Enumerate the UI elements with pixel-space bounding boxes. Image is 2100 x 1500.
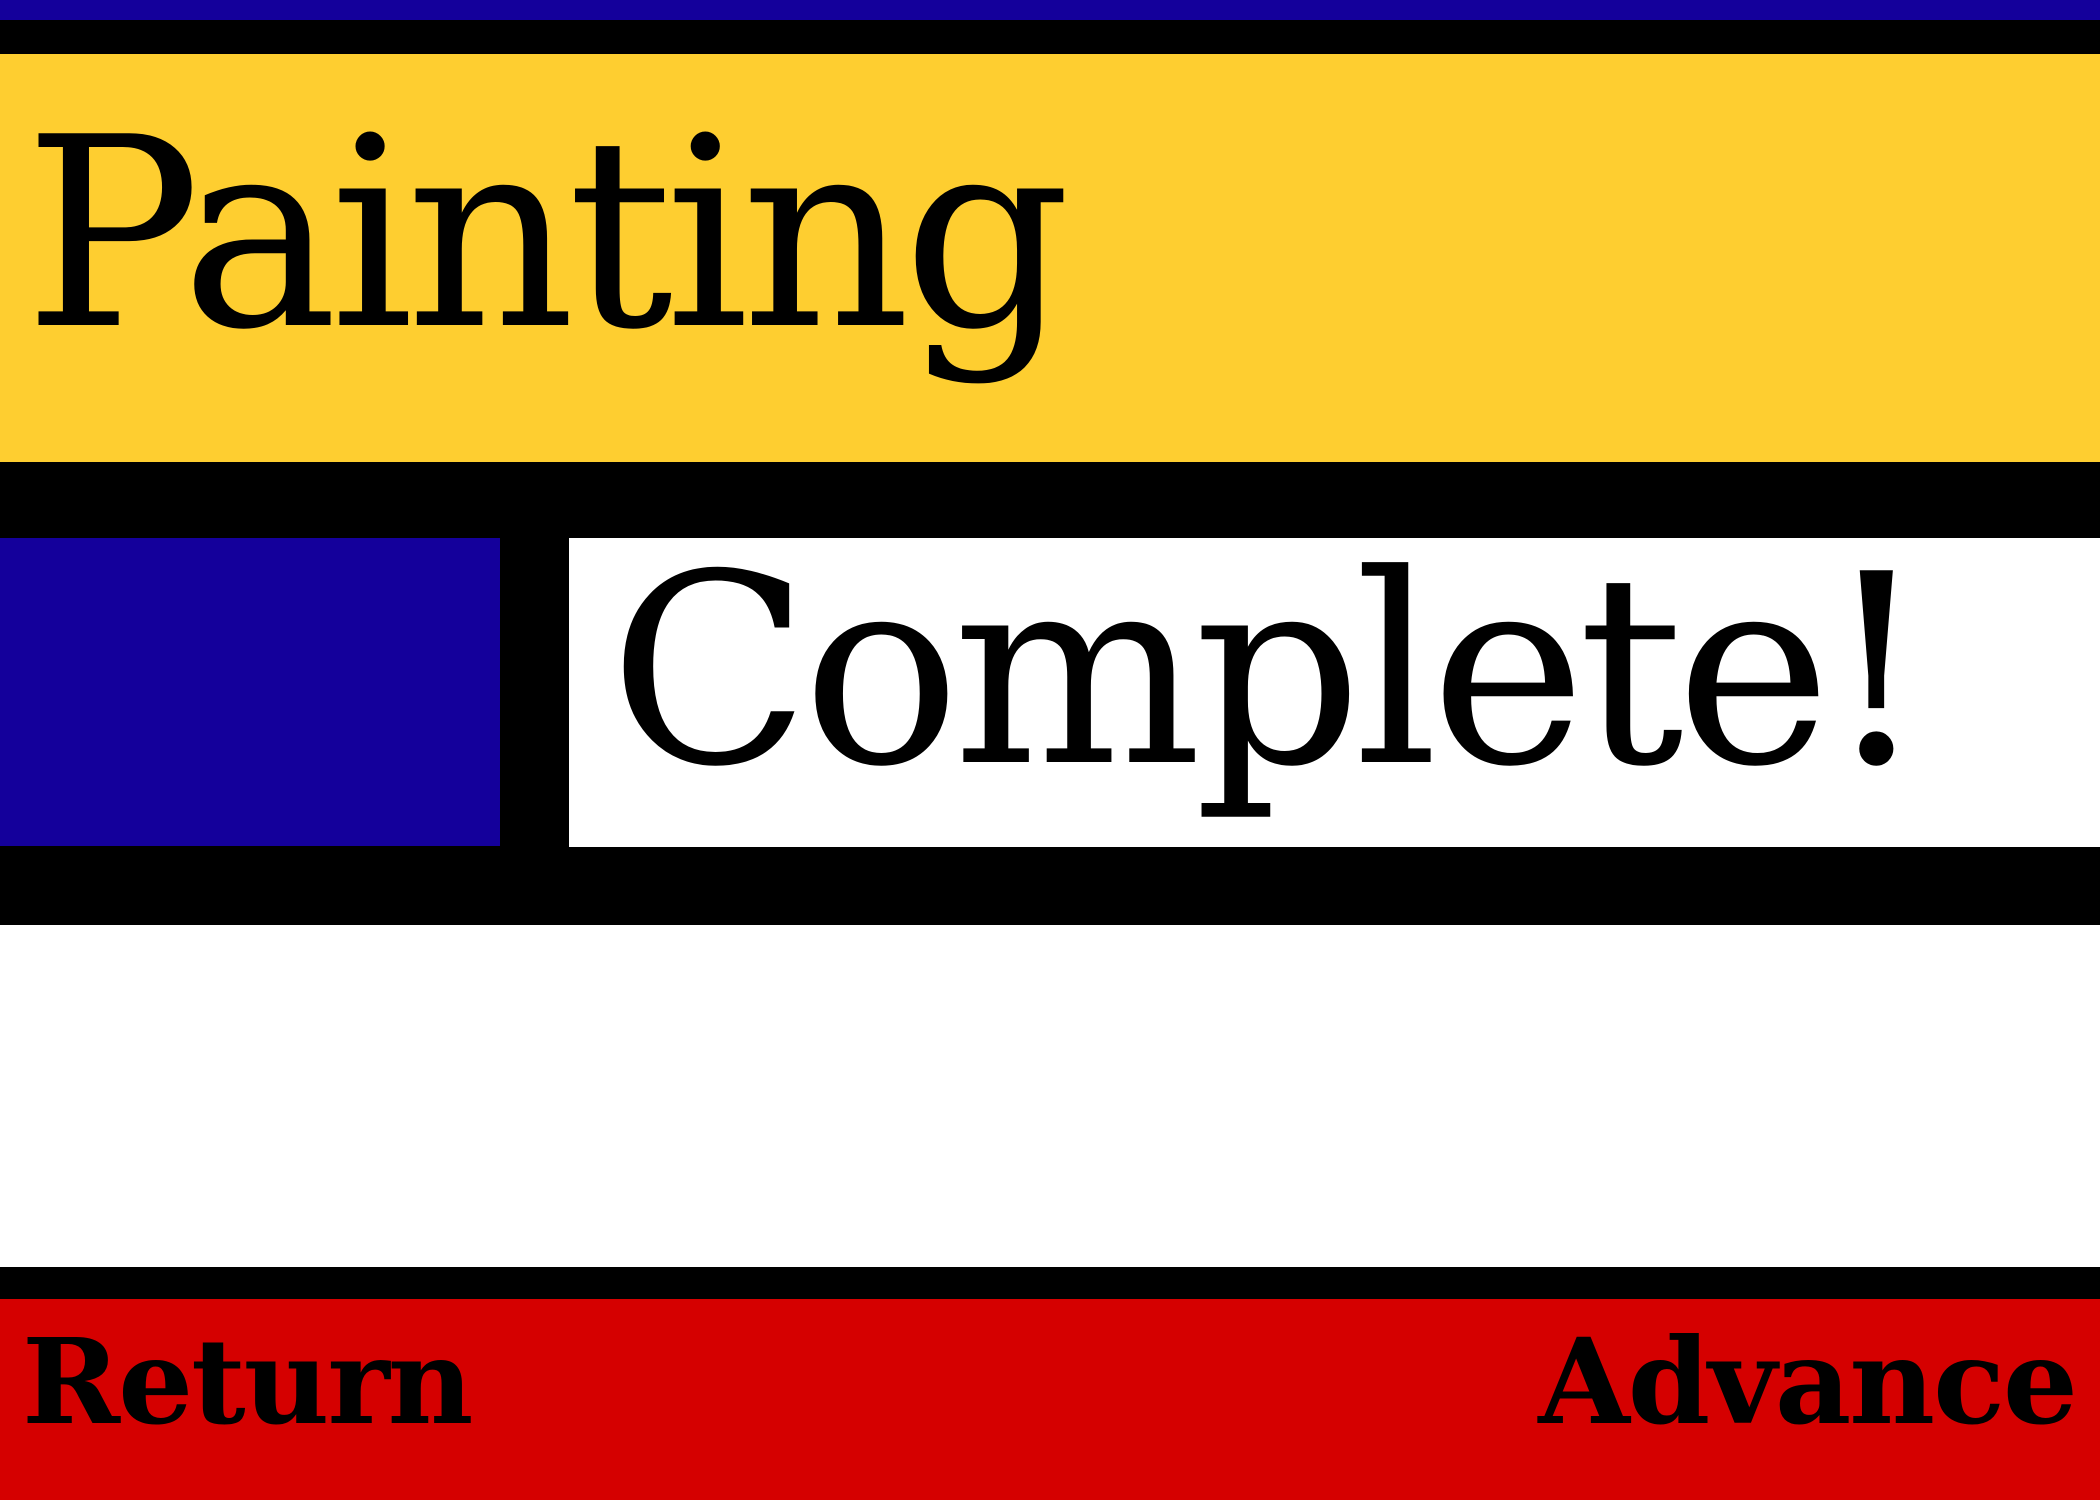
title-painting: Painting [24, 82, 1071, 388]
title-complete: Complete! [609, 519, 1929, 825]
top-blue-strip [0, 0, 2100, 20]
white-empty-panel [0, 925, 2100, 1267]
advance-button[interactable]: Advance [1538, 1323, 2078, 1441]
return-button[interactable]: Return [22, 1323, 473, 1441]
painting-complete-screen: Painting Complete! Return Advance [0, 0, 2100, 1500]
blue-color-block [0, 538, 500, 846]
